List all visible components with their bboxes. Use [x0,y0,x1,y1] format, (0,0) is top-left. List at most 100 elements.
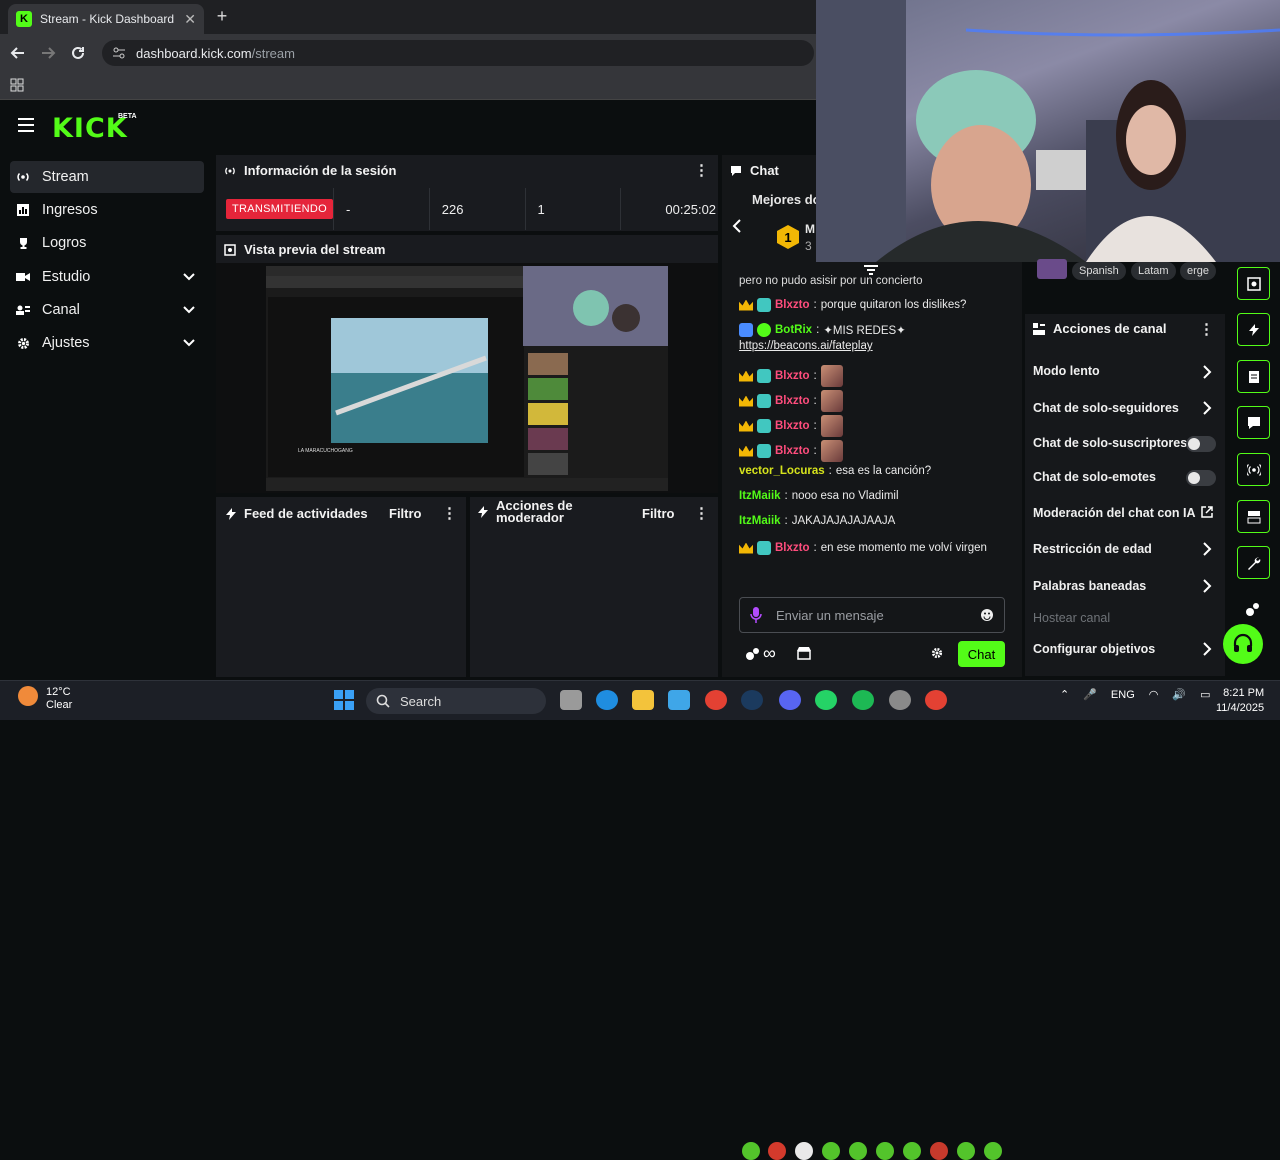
site-settings-icon[interactable] [112,46,126,60]
action-followers-only[interactable]: Chat de solo-seguidores [1033,401,1179,415]
rail-lightning-button[interactable] [1237,313,1270,346]
action-banned-words[interactable]: Palabras baneadas [1033,579,1146,593]
chat-settings-icon[interactable] [931,647,943,659]
chat-username[interactable]: Blxzto [775,420,810,432]
chat-send-button[interactable]: Chat [958,641,1005,667]
hamburger-menu-icon[interactable] [18,118,34,132]
sidebar-item-canal[interactable]: Canal [10,294,204,326]
file-explorer-icon[interactable] [632,690,654,710]
emote-icon[interactable] [957,1142,975,1160]
sidebar-item-ajustes[interactable]: Ajustes [10,327,204,359]
notepad-icon[interactable] [668,690,690,710]
apps-grid-icon[interactable] [10,78,24,92]
rail-notes-button[interactable] [1237,360,1270,393]
forward-arrow-icon[interactable] [38,43,58,63]
moderator-filter-button[interactable]: Filtro [642,506,675,521]
rail-broadcast-button[interactable] [1237,453,1270,486]
chat-username[interactable]: Blxzto [775,542,810,554]
chat-username[interactable]: ItzMaiik [739,515,781,527]
weather-widget[interactable]: 12°C Clear [18,686,72,712]
chevron-left-icon[interactable] [731,218,743,234]
chat-username[interactable]: BotRix [775,324,812,336]
chat-message-input[interactable]: Enviar un mensaje [739,597,1005,633]
emote-icon[interactable] [930,1142,948,1160]
discord-icon[interactable] [779,690,801,710]
activity-menu-icon[interactable]: ⋮ [442,504,457,522]
browser-tab[interactable]: K Stream - Kick Dashboard ✕ [8,4,204,34]
activity-filter-button[interactable]: Filtro [389,506,422,521]
task-view-icon[interactable] [560,690,582,710]
chat-username[interactable]: Blxzto [775,395,810,407]
moderator-menu-icon[interactable]: ⋮ [694,504,709,522]
sidebar-item-stream[interactable]: Stream [10,161,204,193]
wifi-icon[interactable]: ◠ [1149,688,1159,701]
kick-points-icon[interactable] [1245,601,1261,617]
action-configure-goals[interactable]: Configurar objetivos [1033,642,1155,656]
kick-logo[interactable]: KICK [52,113,128,144]
rail-video-button[interactable] [1237,500,1270,533]
edge-browser-icon[interactable] [596,690,618,710]
microphone-icon[interactable] [750,607,762,623]
sidebar-item-ingresos[interactable]: Ingresos [10,194,204,226]
rail-tools-button[interactable] [1237,546,1270,579]
support-headset-button[interactable] [1223,624,1263,664]
kick-points-icon[interactable] [745,647,761,661]
chevron-right-icon[interactable] [1202,401,1212,415]
chrome-profile-icon[interactable] [925,690,947,710]
chevron-right-icon[interactable] [1202,642,1212,656]
channel-tag[interactable]: erge [1180,262,1217,280]
store-icon[interactable] [797,646,811,660]
volume-icon[interactable]: 🔊 [1172,688,1186,701]
chevron-right-icon[interactable] [1202,365,1212,379]
emote-icon[interactable] [876,1142,894,1160]
subscribers-only-toggle[interactable] [1186,436,1216,452]
reload-icon[interactable] [68,43,88,63]
spotify-icon[interactable] [852,690,874,710]
address-bar[interactable]: dashboard.kick.com/stream [102,40,814,66]
obs-icon[interactable] [889,690,911,710]
channel-actions-menu-icon[interactable]: ⋮ [1199,320,1214,338]
action-age-restriction[interactable]: Restricción de edad [1033,542,1152,556]
taskbar-clock[interactable]: 8:21 PM 11/4/2025 [1216,686,1264,716]
sidebar-item-logros[interactable]: Logros [10,227,204,259]
action-subscribers-only[interactable]: Chat de solo-suscriptores [1033,436,1187,450]
whatsapp-icon[interactable] [815,690,837,710]
chat-username[interactable]: ItzMaiik [739,490,781,502]
rail-chat-button[interactable] [1237,406,1270,439]
emote-icon[interactable] [795,1142,813,1160]
chat-username[interactable]: Blxzto [775,445,810,457]
microphone-icon[interactable]: 🎤 [1083,688,1097,701]
session-menu-icon[interactable]: ⋮ [694,161,709,179]
emote-icon[interactable] [742,1142,760,1160]
chat-username[interactable]: Blxzto [775,299,810,311]
taskbar-search[interactable]: Search [366,688,546,714]
channel-tag[interactable]: Latam [1131,262,1176,280]
emotes-only-toggle[interactable] [1186,470,1216,486]
rail-camera-button[interactable] [1237,267,1270,300]
windows-start-icon[interactable] [334,690,354,710]
chat-username[interactable]: vector_Locuras [739,465,825,477]
chevron-up-icon[interactable]: ⌃ [1060,688,1069,701]
tab-close-icon[interactable]: ✕ [184,11,196,28]
emote-icon[interactable] [984,1142,1002,1160]
action-emotes-only[interactable]: Chat de solo-emotes [1033,470,1156,484]
steam-icon[interactable] [741,690,763,710]
language-indicator[interactable]: ENG [1111,689,1135,701]
new-tab-button[interactable]: + [212,6,232,26]
chrome-icon[interactable] [705,690,727,710]
emote-icon[interactable] [903,1142,921,1160]
emote-icon[interactable] [768,1142,786,1160]
back-arrow-icon[interactable] [8,43,28,63]
sidebar-item-estudio[interactable]: Estudio [10,261,204,293]
emote-icon[interactable] [849,1142,867,1160]
external-link-icon[interactable] [1201,506,1213,518]
chat-link[interactable]: https://beacons.ai/fateplay [739,340,873,352]
battery-icon[interactable]: ▭ [1200,688,1210,701]
stream-preview-video[interactable]: LA MARACUCHOGANG [216,263,718,493]
chevron-right-icon[interactable] [1202,542,1212,556]
chat-username[interactable]: Blxzto [775,370,810,382]
action-ai-moderation[interactable]: Moderación del chat con IA [1033,506,1196,520]
emote-icon[interactable] [822,1142,840,1160]
channel-tag[interactable]: Spanish [1072,262,1126,280]
emoji-picker-icon[interactable] [980,608,994,622]
